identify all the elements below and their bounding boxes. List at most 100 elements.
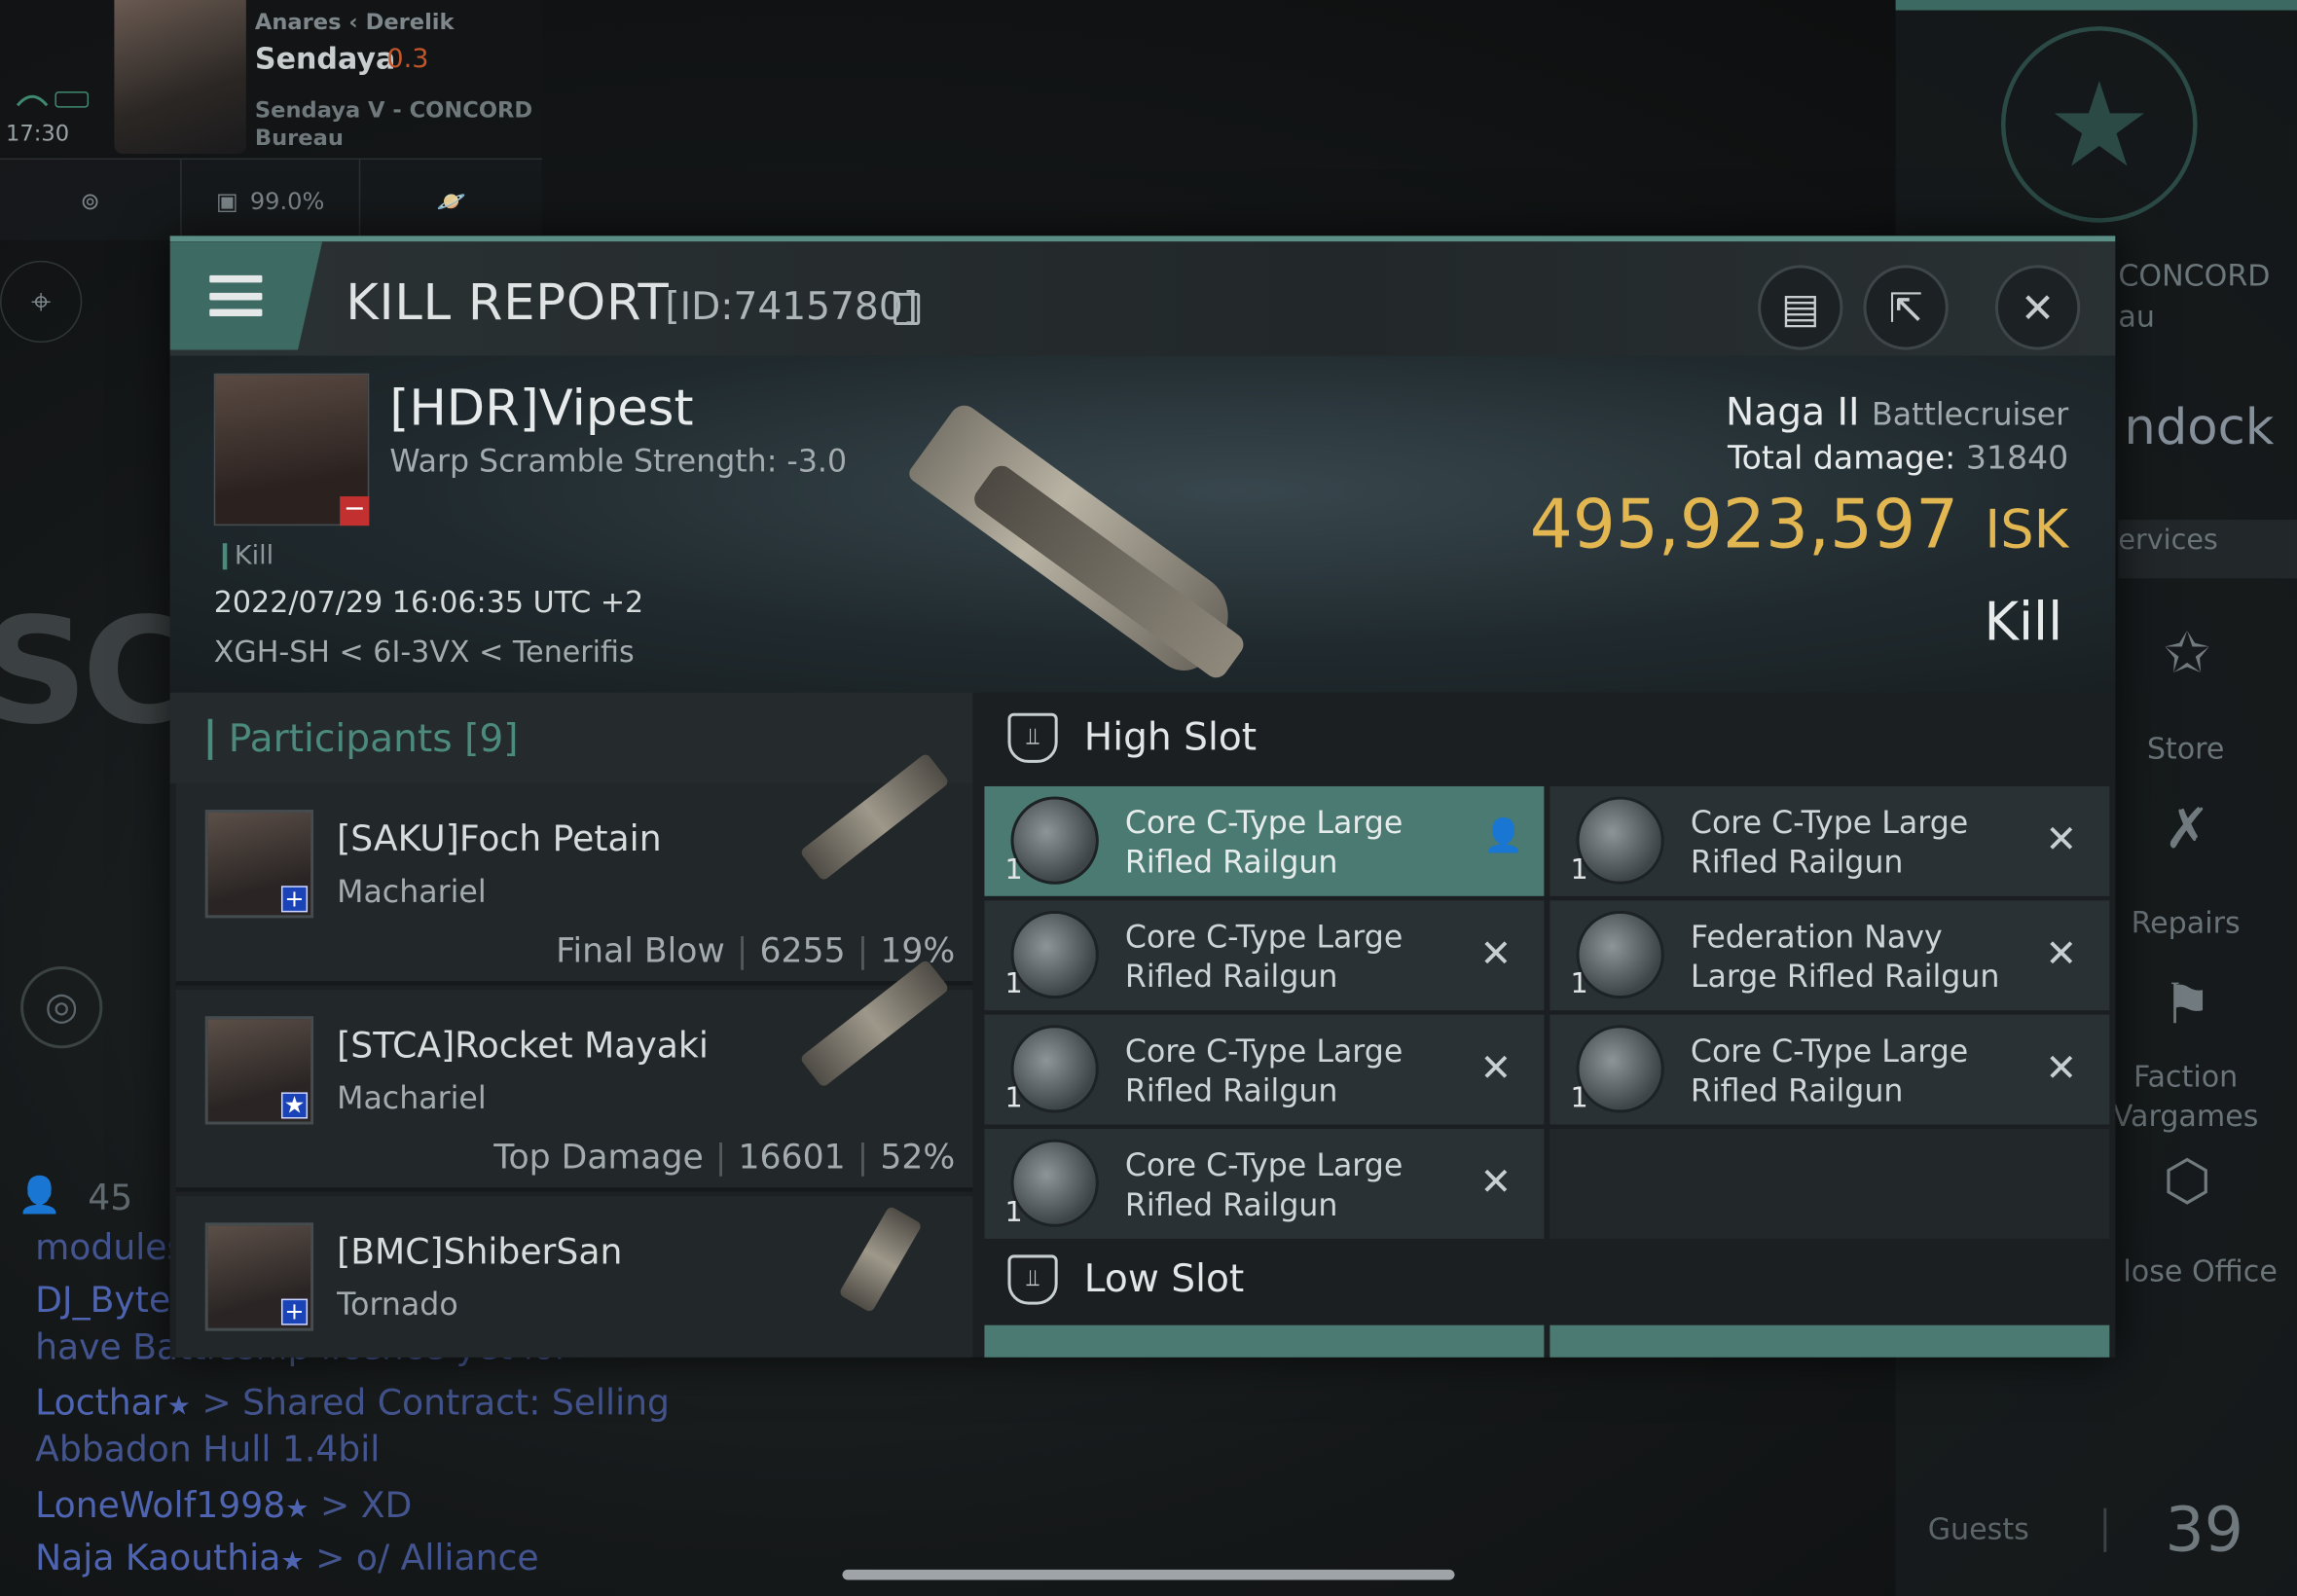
- module-item[interactable]: [1550, 1324, 2110, 1358]
- participant-ship: Machariel: [337, 874, 487, 910]
- destroyed-icon: ✕: [1479, 932, 1513, 977]
- fitted-person-icon: 👤: [1483, 818, 1524, 855]
- railgun-icon: [1010, 910, 1099, 999]
- kill-datetime: 2022/07/29 16:06:35 UTC +2: [213, 584, 644, 620]
- autopilot-icon[interactable]: ⊚: [0, 160, 182, 242]
- module-quantity: 1: [1570, 853, 1588, 887]
- home-indicator[interactable]: [842, 1569, 1455, 1580]
- planet-icon[interactable]: 🪐: [360, 160, 542, 241]
- station-owner: CONCORD au: [2118, 257, 2271, 335]
- participants-header: Participants [9]: [169, 692, 973, 783]
- participant-percent: 52%: [880, 1139, 956, 1178]
- module-item[interactable]: 1 Core C-Type Large Rifled Railgun ✕: [984, 1129, 1545, 1239]
- fitting-panel: ⫫ High Slot 1 Core C-Type Large Rifled R…: [975, 692, 2116, 1358]
- module-item[interactable]: 1 Core C-Type Large Rifled Railgun ✕: [984, 900, 1545, 1011]
- chat-sender-name[interactable]: Locthar: [35, 1382, 167, 1423]
- kill-report-dialog: KILL REPORT [ID:7415780] ▤ ⇱ ✕ − [HDR]Vi…: [169, 236, 2116, 1358]
- participant-name[interactable]: [STCA]Rocket Mayaki: [337, 1025, 709, 1066]
- kill-location[interactable]: XGH-SH < 6I-3VX < Tenerifis: [214, 634, 635, 669]
- module-item[interactable]: 1 Core C-Type Large Rifled Railgun ✕: [984, 1014, 1545, 1125]
- railgun-icon: [1010, 1025, 1099, 1113]
- participant-name[interactable]: [SAKU]Foch Petain: [337, 818, 661, 859]
- module-item[interactable]: [984, 1324, 1545, 1358]
- participant-damage: 16601: [738, 1139, 846, 1178]
- copy-icon[interactable]: [893, 292, 921, 326]
- participant-ship-image: [838, 1205, 923, 1314]
- participant-stats: Top Damage | 16601 | 52%: [493, 1139, 956, 1178]
- ship-class: Battlecruiser: [1872, 396, 2069, 432]
- module-name: Core C-Type Large Rifled Railgun: [1690, 805, 1969, 881]
- railgun-icon: [1010, 796, 1099, 885]
- participant-avatar[interactable]: +: [204, 810, 314, 919]
- share-button[interactable]: ⇱: [1863, 265, 1949, 350]
- participant-name[interactable]: [BMC]ShiberSan: [337, 1231, 622, 1272]
- close-office-label[interactable]: lose Office: [2097, 1251, 2297, 1291]
- railgun-icon: [1010, 1139, 1099, 1227]
- low-slot-icon: ⫫: [1007, 1254, 1058, 1305]
- hud-quick-bar: ⊚ ▣ 99.0% 🪐: [0, 158, 542, 242]
- faction-warfare-icon[interactable]: ⚑: [2147, 972, 2226, 1051]
- route-breadcrumb[interactable]: Anares ‹ Derelik: [255, 9, 455, 35]
- module-quantity: 1: [1004, 853, 1023, 887]
- isk-value: 495,923,597 ISK: [1530, 485, 2068, 563]
- module-item[interactable]: 1 Core C-Type Large Rifled Railgun ✕: [1550, 1014, 2110, 1125]
- participant-avatar[interactable]: ★: [204, 1016, 314, 1125]
- low-slot-title: Low Slot: [1083, 1257, 1245, 1302]
- corp-office-icon[interactable]: ⬡: [2147, 1148, 2226, 1227]
- close-button[interactable]: ✕: [1994, 265, 2081, 350]
- participant-avatar[interactable]: +: [204, 1222, 314, 1331]
- nes-store-icon[interactable]: ✩: [2147, 621, 2226, 700]
- clock-time: 17:30: [6, 120, 70, 147]
- victim-name[interactable]: [HDR]Vipest: [389, 380, 693, 438]
- module-item[interactable]: 1 Core C-Type Large Rifled Railgun 👤: [984, 785, 1545, 896]
- chat-sender-name[interactable]: Naja Kaouthia: [35, 1538, 280, 1578]
- clipboard-button[interactable]: ▤: [1758, 265, 1843, 350]
- participant-role: Final Blow: [556, 932, 725, 971]
- kill-id: [ID:7415780]: [665, 285, 918, 330]
- close-icon: ✕: [2020, 283, 2056, 332]
- high-slot-title: High Slot: [1083, 715, 1258, 760]
- participant-ship: Machariel: [337, 1080, 487, 1116]
- cargo-button[interactable]: ▣ 99.0%: [182, 160, 361, 242]
- participant-damage: 6255: [759, 932, 846, 971]
- destroyed-icon: ✕: [2045, 932, 2078, 977]
- dialog-header: KILL REPORT [ID:7415780] ▤ ⇱ ✕: [169, 241, 2116, 356]
- chat-text: > Shared Contract: Selling: [190, 1382, 670, 1424]
- map-pin-icon[interactable]: ⌖: [0, 260, 83, 344]
- chat-text: > o/ Alliance: [304, 1537, 539, 1578]
- star-icon: ★: [166, 1391, 191, 1422]
- menu-button[interactable]: [169, 241, 323, 350]
- undock-button[interactable]: ndock: [2124, 398, 2274, 456]
- clipboard-icon: ▤: [1780, 283, 1820, 332]
- kill-label: Kill: [234, 540, 274, 571]
- chat-sender-name[interactable]: DJ_Byte: [35, 1280, 170, 1321]
- participants-panel: Participants [9] + [SAKU]Foch Petain Mac…: [169, 692, 973, 1358]
- total-damage-value: 31840: [1965, 440, 2069, 478]
- participant-row[interactable]: + [SAKU]Foch Petain Machariel Final Blow…: [175, 752, 973, 986]
- system-name[interactable]: Sendaya: [255, 41, 395, 76]
- module-name: Core C-Type Large Rifled Railgun: [1690, 1034, 1969, 1108]
- hamburger-icon: [209, 274, 263, 316]
- target-icon[interactable]: ◎: [20, 966, 103, 1049]
- concord-emblem-icon: ★: [2000, 26, 2198, 223]
- destroyed-icon: ✕: [1479, 1046, 1513, 1091]
- participant-row[interactable]: + [BMC]ShiberSan Tornado: [175, 1196, 973, 1358]
- standing-plus-icon: +: [280, 886, 309, 913]
- repairs-icon[interactable]: ✗: [2147, 796, 2226, 875]
- railgun-icon: [1576, 1025, 1664, 1113]
- security-status: 0.3: [386, 44, 429, 75]
- ship-type[interactable]: Naga II Battlecruiser: [1726, 391, 2068, 435]
- module-name: Core C-Type Large Rifled Railgun: [1124, 1147, 1404, 1223]
- chat-sender-name[interactable]: LoneWolf1998: [35, 1485, 285, 1526]
- kill-type: Kill: [1984, 593, 2063, 654]
- total-damage-label: Total damage:: [1728, 440, 1956, 478]
- railgun-icon: [1576, 910, 1664, 999]
- station-name[interactable]: Sendaya V - CONCORD Bureau: [255, 96, 533, 152]
- low-slot-header: ⫫ Low Slot: [975, 1234, 2115, 1324]
- player-avatar[interactable]: [114, 0, 246, 154]
- kill-indicator: [222, 543, 228, 570]
- module-item[interactable]: 1 Federation Navy Large Rifled Railgun ✕: [1550, 900, 2110, 1011]
- module-item[interactable]: 1 Core C-Type Large Rifled Railgun ✕: [1550, 785, 2110, 896]
- chat-sender[interactable]: DJ_Byte: [35, 1280, 170, 1321]
- participant-row[interactable]: ★ [STCA]Rocket Mayaki Machariel Top Dama…: [175, 959, 973, 1192]
